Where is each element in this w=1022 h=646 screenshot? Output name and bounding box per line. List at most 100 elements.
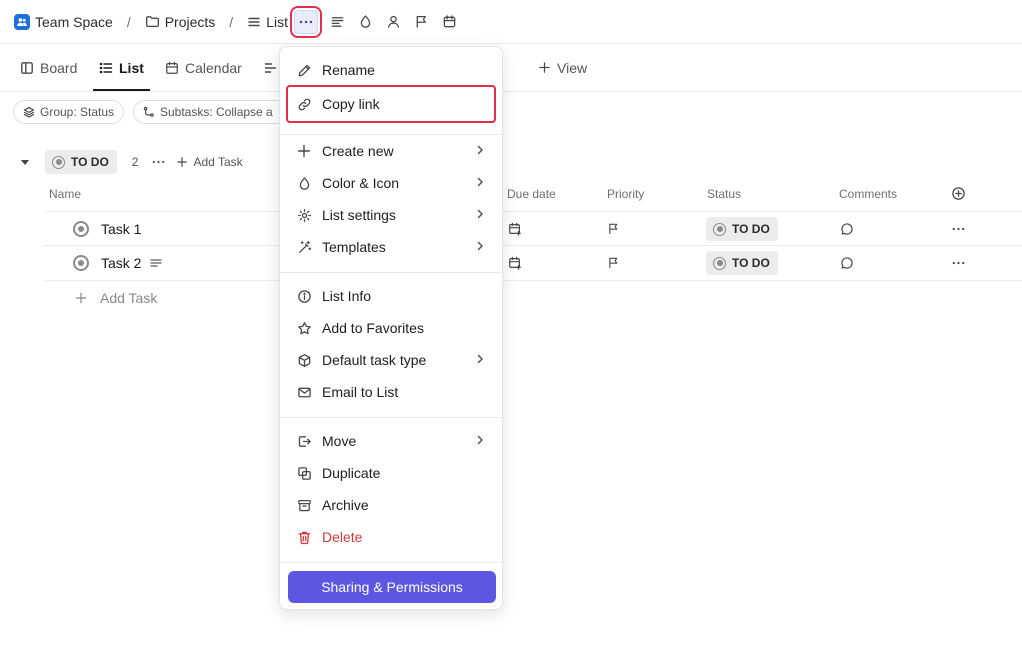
status-badge[interactable]: TO DO bbox=[706, 251, 778, 275]
team-space-icon bbox=[14, 13, 30, 30]
menu-item-label: Templates bbox=[322, 239, 386, 255]
caret-down-icon[interactable] bbox=[20, 157, 30, 167]
group-task-count: 2 bbox=[131, 155, 139, 169]
subtasks-label: Subtasks: Collapse a bbox=[160, 105, 273, 119]
archive-icon bbox=[296, 497, 312, 513]
assignee-button[interactable] bbox=[380, 10, 408, 34]
text-lines-icon bbox=[332, 17, 344, 27]
chevron-right-icon bbox=[477, 435, 483, 445]
status-badge[interactable]: TO DO bbox=[706, 217, 778, 241]
tab-calendar[interactable]: Calendar bbox=[165, 44, 242, 91]
tab-list[interactable]: List bbox=[99, 44, 144, 91]
menu-item-label: Move bbox=[322, 433, 357, 449]
row-more-icon[interactable] bbox=[952, 227, 965, 231]
menu-item-list-settings[interactable]: List settings bbox=[288, 200, 496, 230]
calendar-icon bbox=[444, 15, 456, 28]
task-status-icon[interactable] bbox=[73, 255, 89, 271]
group-status-badge[interactable]: TO DO bbox=[45, 150, 117, 174]
comment-icon[interactable] bbox=[840, 222, 854, 236]
priority-flag-icon[interactable] bbox=[607, 256, 620, 269]
more-options-button[interactable] bbox=[289, 5, 322, 38]
plus-icon bbox=[296, 143, 312, 159]
menu-item-email-to-list[interactable]: Email to List bbox=[288, 377, 496, 407]
group-add-task-label: Add Task bbox=[193, 155, 243, 169]
tab-list-label: List bbox=[119, 59, 144, 76]
link-icon bbox=[296, 96, 312, 112]
breadcrumb-separator: / bbox=[126, 13, 131, 30]
calendar-icon bbox=[166, 61, 178, 74]
menu-item-move[interactable]: Move bbox=[288, 426, 496, 456]
breadcrumb-space[interactable]: Team Space bbox=[35, 14, 113, 30]
chevron-right-icon bbox=[477, 177, 483, 187]
active-tab-indicator bbox=[93, 89, 150, 91]
plus-icon bbox=[75, 292, 87, 304]
tab-gantt[interactable] bbox=[264, 44, 278, 91]
menu-item-color-icon[interactable]: Color & Icon bbox=[288, 168, 496, 198]
menu-item-list-info[interactable]: List Info bbox=[288, 281, 496, 311]
add-task-row-button[interactable]: Add Task bbox=[75, 290, 157, 306]
sharing-permissions-button[interactable]: Sharing & Permissions bbox=[288, 571, 496, 603]
folder-icon bbox=[145, 14, 160, 29]
description-indicator-icon bbox=[150, 258, 162, 268]
menu-item-duplicate[interactable]: Duplicate bbox=[288, 458, 496, 488]
add-column-icon[interactable] bbox=[951, 186, 966, 201]
task-name[interactable]: Task 2 bbox=[101, 255, 141, 271]
priority-button[interactable] bbox=[408, 10, 436, 34]
priority-flag-icon[interactable] bbox=[607, 222, 620, 235]
group-add-task-button[interactable]: Add Task bbox=[176, 155, 243, 169]
menu-item-copy-link[interactable]: Copy link bbox=[286, 85, 496, 123]
description-button[interactable] bbox=[324, 10, 352, 34]
add-view-label: View bbox=[557, 59, 588, 76]
star-icon bbox=[296, 320, 312, 336]
move-icon bbox=[296, 433, 312, 449]
plus-icon bbox=[177, 157, 188, 167]
menu-item-delete[interactable]: Delete bbox=[288, 522, 496, 552]
menu-item-add-to-favorites[interactable]: Add to Favorites bbox=[288, 313, 496, 343]
dates-button[interactable] bbox=[436, 10, 464, 34]
due-date-icon[interactable] bbox=[508, 222, 522, 236]
list-bullets-icon bbox=[99, 62, 113, 73]
breadcrumb-folder[interactable]: Projects bbox=[165, 14, 216, 30]
menu-item-default-task-type[interactable]: Default task type bbox=[288, 345, 496, 375]
gear-icon bbox=[296, 207, 312, 223]
breadcrumb-list[interactable]: List bbox=[266, 14, 288, 30]
color-button[interactable] bbox=[352, 10, 380, 34]
column-header-status[interactable]: Status bbox=[707, 187, 741, 201]
cube-icon bbox=[296, 352, 312, 368]
tab-calendar-label: Calendar bbox=[185, 59, 242, 76]
table-row[interactable]: Task 1 TO DO bbox=[44, 211, 1022, 246]
menu-item-label: Archive bbox=[322, 497, 369, 513]
task-name[interactable]: Task 1 bbox=[101, 221, 141, 237]
group-more-icon[interactable] bbox=[152, 160, 165, 164]
add-view-button[interactable]: View bbox=[538, 44, 587, 91]
column-header-name[interactable]: Name bbox=[49, 187, 81, 201]
column-header-priority[interactable]: Priority bbox=[607, 187, 644, 201]
group-by-chip[interactable]: Group: Status bbox=[13, 100, 125, 124]
table-row[interactable]: Task 2 TO DO bbox=[44, 246, 1022, 281]
pencil-icon bbox=[296, 62, 312, 78]
chevron-right-icon bbox=[477, 241, 483, 251]
menu-item-archive[interactable]: Archive bbox=[288, 490, 496, 520]
comment-icon[interactable] bbox=[840, 256, 854, 270]
due-date-icon[interactable] bbox=[508, 256, 522, 270]
menu-item-create-new[interactable]: Create new bbox=[288, 136, 496, 166]
task-status-icon[interactable] bbox=[73, 221, 89, 237]
row-more-icon[interactable] bbox=[952, 261, 965, 265]
list-options-menu: Rename Copy link Create new Color & Icon… bbox=[279, 46, 503, 610]
board-icon bbox=[21, 61, 33, 74]
view-tabs-bar: Board List Calendar View bbox=[0, 44, 1022, 92]
add-task-row-label: Add Task bbox=[100, 290, 158, 306]
group-status-label: TO DO bbox=[71, 155, 109, 169]
menu-item-label: List Info bbox=[322, 288, 372, 304]
menu-item-rename[interactable]: Rename bbox=[288, 55, 496, 85]
subtasks-chip[interactable]: Subtasks: Collapse a bbox=[133, 100, 293, 124]
menu-item-label: List settings bbox=[322, 207, 396, 223]
list-toolbar bbox=[289, 5, 464, 38]
magic-wand-icon bbox=[296, 239, 312, 255]
tab-board[interactable]: Board bbox=[20, 44, 77, 91]
menu-item-label: Color & Icon bbox=[322, 175, 400, 191]
column-header-comments[interactable]: Comments bbox=[839, 187, 897, 201]
column-header-due-date[interactable]: Due date bbox=[507, 187, 556, 201]
trash-icon bbox=[296, 529, 312, 545]
menu-item-templates[interactable]: Templates bbox=[288, 232, 496, 262]
